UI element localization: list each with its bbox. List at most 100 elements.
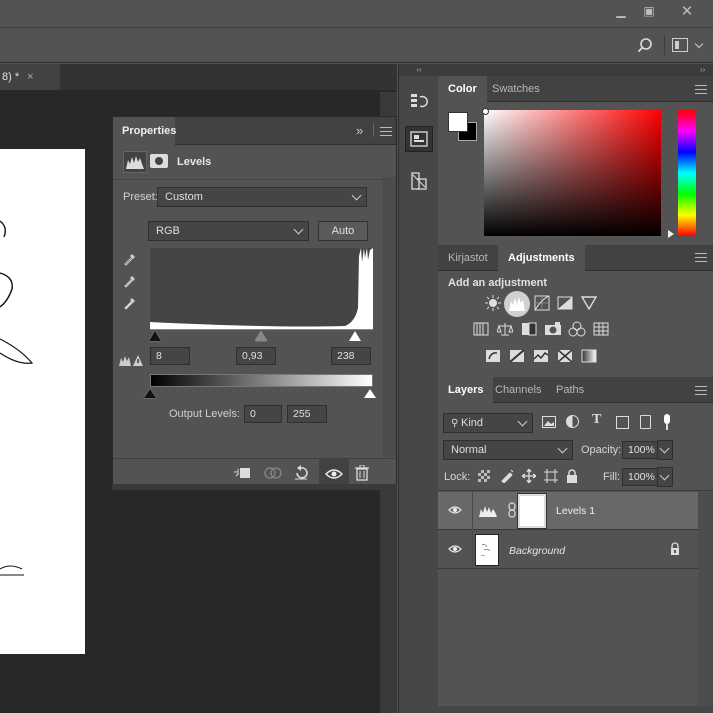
lock-transparent-icon[interactable]: [478, 470, 490, 482]
tab-color[interactable]: Color: [438, 76, 487, 102]
foreground-color-swatch[interactable]: [448, 112, 468, 132]
midtone-slider-handle[interactable]: [255, 331, 267, 341]
color-field[interactable]: [484, 110, 661, 236]
color-picker-handle[interactable]: [482, 108, 489, 115]
tab-channels[interactable]: Channels: [485, 377, 551, 403]
layers-scrollbar[interactable]: [698, 492, 713, 713]
shadow-slider-handle[interactable]: [149, 331, 161, 341]
opacity-field[interactable]: 100%: [622, 441, 658, 459]
panel-menu-icon[interactable]: [380, 127, 392, 136]
filter-toggle-icon[interactable]: [664, 414, 670, 424]
layer-filter-select[interactable]: ⚲ Kind: [443, 413, 533, 433]
tab-properties[interactable]: Properties: [113, 117, 176, 145]
tab-swatches[interactable]: Swatches: [482, 76, 550, 102]
highlight-slider-handle[interactable]: [349, 331, 361, 341]
posterize-icon[interactable]: [508, 348, 526, 364]
eye-icon[interactable]: [448, 543, 462, 555]
collapse-icon[interactable]: »: [356, 123, 363, 138]
chevron-down-icon[interactable]: [694, 39, 704, 49]
properties-panel-icon[interactable]: [405, 126, 433, 152]
output-low-handle[interactable]: [144, 389, 156, 398]
document-canvas[interactable]: [0, 149, 85, 654]
output-high-handle[interactable]: [364, 389, 376, 398]
paragraph-icon[interactable]: [405, 168, 433, 194]
exposure-icon[interactable]: [556, 295, 574, 311]
panel-menu-icon[interactable]: [695, 85, 707, 94]
lock-pixels-icon[interactable]: [500, 469, 514, 484]
gray-point-eyedropper-icon[interactable]: [122, 273, 138, 289]
panel-menu-icon[interactable]: [695, 253, 707, 262]
properties-resize-bar[interactable]: [112, 484, 397, 490]
lock-artboard-icon[interactable]: [544, 469, 558, 483]
color-lookup-icon[interactable]: [592, 321, 610, 337]
black-point-eyedropper-icon[interactable]: [122, 251, 138, 267]
black-white-icon[interactable]: [520, 321, 538, 337]
eye-icon[interactable]: [448, 504, 462, 516]
color-balance-icon[interactable]: [496, 321, 514, 337]
mask-icon[interactable]: [150, 154, 168, 168]
threshold-icon[interactable]: [532, 348, 550, 364]
view-previous-icon[interactable]: [263, 466, 283, 480]
vibrance-icon[interactable]: [580, 295, 598, 311]
curves-icon[interactable]: [533, 295, 551, 311]
fill-field[interactable]: 100%: [622, 468, 658, 486]
tab-kirjastot[interactable]: Kirjastot: [438, 245, 498, 271]
tab-paths[interactable]: Paths: [546, 377, 594, 403]
layer-row-levels-1[interactable]: Levels 1: [438, 492, 698, 530]
clip-to-layer-icon[interactable]: [233, 466, 251, 480]
trash-icon[interactable]: [355, 464, 369, 481]
link-icon[interactable]: [507, 502, 517, 518]
input-shadow-field[interactable]: 8: [150, 347, 190, 365]
output-levels-label: Output Levels:: [169, 408, 240, 420]
photo-filter-icon[interactable]: [544, 321, 562, 337]
hue-saturation-icon[interactable]: [472, 321, 490, 337]
channel-mixer-icon[interactable]: [568, 321, 586, 337]
input-midtone-field[interactable]: 0,93: [236, 347, 276, 365]
properties-scrollbar[interactable]: [383, 177, 396, 457]
minimize-icon[interactable]: ▁: [607, 0, 635, 22]
workspace-icon[interactable]: [672, 38, 688, 52]
output-low-field[interactable]: 0: [244, 405, 282, 423]
panel-menu-icon[interactable]: [695, 386, 707, 395]
fill-dropdown[interactable]: [657, 467, 673, 487]
channel-select[interactable]: RGB: [148, 221, 309, 241]
layer-row-background[interactable]: Background: [438, 531, 698, 569]
blend-mode-select[interactable]: Normal: [443, 440, 573, 460]
white-point-eyedropper-icon[interactable]: [122, 295, 138, 311]
filter-adjustment-icon[interactable]: [566, 415, 579, 428]
brightness-contrast-icon[interactable]: [484, 295, 502, 311]
restore-icon[interactable]: ▣: [635, 0, 663, 22]
expand-dock-icon[interactable]: ››: [700, 64, 705, 76]
document-tab[interactable]: 8) * ×: [0, 64, 60, 90]
collapse-column-icon[interactable]: ‹‹: [399, 64, 439, 76]
input-highlight-field[interactable]: 238: [331, 347, 371, 365]
lock-all-icon[interactable]: [566, 469, 578, 483]
layer-mask-thumbnail[interactable]: [517, 493, 547, 529]
filter-pixel-icon[interactable]: [542, 416, 556, 428]
selective-color-icon[interactable]: [556, 348, 574, 364]
opacity-dropdown[interactable]: [657, 440, 673, 460]
preset-select[interactable]: Custom: [157, 187, 367, 207]
close-tab-icon[interactable]: ×: [27, 71, 33, 83]
filter-shape-icon[interactable]: [616, 416, 629, 429]
invert-icon[interactable]: [484, 348, 502, 364]
output-high-field[interactable]: 255: [287, 405, 327, 423]
filter-type-icon[interactable]: T: [592, 412, 601, 428]
layer-thumbnail[interactable]: [475, 534, 499, 566]
hue-slider[interactable]: [678, 110, 696, 236]
input-slider-track: [150, 329, 373, 330]
tab-adjustments[interactable]: Adjustments: [498, 245, 585, 271]
filter-smart-object-icon[interactable]: [640, 415, 651, 429]
layer-name[interactable]: Levels 1: [556, 505, 595, 517]
auto-button[interactable]: Auto: [318, 221, 368, 241]
lock-position-icon[interactable]: [521, 468, 537, 484]
gradient-map-icon[interactable]: [580, 348, 598, 364]
reset-icon[interactable]: [293, 465, 309, 481]
history-icon[interactable]: [405, 88, 433, 114]
levels-adjustment-icon[interactable]: [504, 291, 530, 317]
clipping-warning-icon[interactable]: [118, 353, 144, 367]
close-icon[interactable]: ✕: [672, 0, 702, 22]
hue-slider-handle[interactable]: [668, 230, 674, 238]
search-icon[interactable]: [637, 37, 653, 53]
layer-name[interactable]: Background: [509, 545, 565, 557]
